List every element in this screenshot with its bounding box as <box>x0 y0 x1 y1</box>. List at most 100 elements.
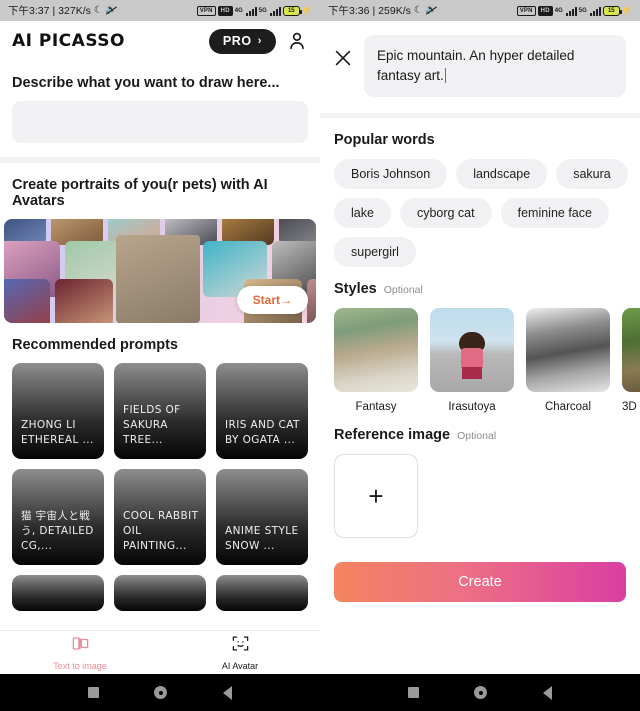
avatar-tile <box>307 279 316 323</box>
right-phone-pane: 下午3:36 | 259K/s ☾ VPN HD 4G 5G 15 ⚡ <box>320 0 640 711</box>
signal-bars-icon-1 <box>565 6 577 16</box>
reference-image-title: Reference image <box>334 427 451 443</box>
left-status-bar: 下午3:37 | 327K/s ☾ VPN HD 4G 5G 15 ⚡ <box>0 0 320 21</box>
3d-forest-thumb <box>622 308 640 392</box>
recommended-prompt-card[interactable]: COOL RABBIT OIL PAINTING... <box>114 469 206 565</box>
prompt-text-value: Epic mountain. An hyper detailed fantasy… <box>377 48 575 83</box>
status-network-speed: 327K/s <box>58 4 91 17</box>
pro-label: PRO <box>222 34 252 48</box>
status-time: 下午3:36 <box>328 5 370 17</box>
popular-words-chip-list: Boris Johnson landscape sakura lake cybo… <box>320 159 640 267</box>
describe-section-title: Describe what you want to draw here... <box>12 75 280 91</box>
reference-image-heading: Reference image Optional <box>320 413 640 454</box>
tab-label: Text to image <box>53 661 107 671</box>
recommended-prompts-grid: ZHONG LI ETHEREAL ... FIELDS OF SAKURA T… <box>0 363 320 611</box>
network-4g-label: 4G <box>234 7 243 14</box>
styles-title: Styles <box>334 281 377 297</box>
style-option[interactable]: 3D <box>622 308 640 413</box>
recommended-prompt-card-partial[interactable] <box>216 575 308 611</box>
status-right-group: VPN HD 4G 5G 15 ⚡ <box>516 5 632 16</box>
avatar-tile <box>55 279 113 323</box>
popular-word-chip[interactable]: lake <box>334 198 391 228</box>
popular-words-title: Popular words <box>334 132 435 148</box>
circle-icon[interactable] <box>154 686 168 699</box>
recommended-prompt-card[interactable]: IRIS AND CAT BY OGATA ... <box>216 363 308 459</box>
moon-icon: ☾ <box>413 5 423 16</box>
status-separator: | <box>52 4 56 17</box>
style-label: Charcoal <box>544 401 592 413</box>
avatar-start-button[interactable]: Start→ <box>236 286 308 314</box>
back-triangle-icon[interactable] <box>543 685 553 700</box>
tab-label: AI Avatar <box>221 661 259 671</box>
featured-portrait-image <box>116 235 200 323</box>
popular-word-chip[interactable]: Boris Johnson <box>334 159 448 189</box>
popular-word-chip[interactable]: sakura <box>556 159 628 189</box>
recommended-prompt-label: ANIME STYLE SNOW ... <box>225 525 299 552</box>
charging-bolt-icon: ⚡ <box>300 5 312 15</box>
recommended-prompt-card[interactable]: FIELDS OF SAKURA TREE... <box>114 363 206 459</box>
popular-word-chip[interactable]: feminine face <box>500 198 609 228</box>
styles-optional-label: Optional <box>383 284 423 296</box>
square-icon[interactable] <box>407 687 419 698</box>
popular-word-chip[interactable]: landscape <box>456 159 548 189</box>
tab-ai-avatar[interactable]: AI Avatar <box>160 631 320 674</box>
square-icon[interactable] <box>87 687 99 698</box>
recommended-prompt-card[interactable]: ZHONG LI ETHEREAL ... <box>12 363 104 459</box>
recommended-prompt-label: ZHONG LI ETHEREAL ... <box>21 419 94 446</box>
pro-upgrade-button[interactable]: PRO › <box>208 28 276 54</box>
vpn-badge-icon: VPN <box>516 5 536 16</box>
prompt-input-left[interactable] <box>12 101 308 143</box>
status-left-group: 下午3:37 | 327K/s ☾ <box>8 3 117 18</box>
recommended-prompt-card[interactable]: ANIME STYLE SNOW ... <box>216 469 308 565</box>
style-option[interactable]: Irasutoya <box>430 308 514 413</box>
chevron-right-icon: › <box>257 35 262 47</box>
prompt-textarea[interactable]: Epic mountain. An hyper detailed fantasy… <box>364 35 626 97</box>
right-status-bar: 下午3:36 | 259K/s ☾ VPN HD 4G 5G 15 ⚡ <box>320 0 640 21</box>
create-button[interactable]: Create <box>334 562 626 602</box>
android-nav-bar-right <box>320 674 640 711</box>
popular-word-chip[interactable]: supergirl <box>334 237 416 267</box>
reference-optional-label: Optional <box>457 430 497 442</box>
hd-badge-icon: HD <box>217 5 233 16</box>
style-option[interactable]: Charcoal <box>526 308 610 413</box>
text-cursor <box>444 68 447 83</box>
style-option[interactable]: Fantasy <box>334 308 418 413</box>
tab-text-to-image[interactable]: Text to image <box>0 631 160 674</box>
irasutoya-girl-thumb <box>430 308 514 392</box>
close-icon[interactable] <box>332 47 354 69</box>
recommended-prompts-title: Recommended prompts <box>12 337 178 353</box>
recommended-prompt-label: COOL RABBIT OIL PAINTING... <box>123 510 199 552</box>
recommended-prompt-card-partial[interactable] <box>114 575 206 611</box>
plus-icon: + <box>368 481 384 511</box>
status-left-group: 下午3:36 | 259K/s ☾ <box>328 3 437 18</box>
status-time: 下午3:37 <box>8 5 50 17</box>
network-4g-label: 4G <box>554 7 563 14</box>
network-5g-label: 5G <box>258 7 267 14</box>
add-reference-image-button[interactable]: + <box>334 454 418 538</box>
app-logo-text: AI PICASSO <box>12 31 125 51</box>
ai-avatar-promo-banner[interactable]: Start→ <box>4 219 316 323</box>
battery-icon: 15 <box>282 5 302 16</box>
hd-badge-icon: HD <box>537 5 553 16</box>
text-to-image-icon <box>71 634 90 658</box>
left-phone-pane: 下午3:37 | 327K/s ☾ VPN HD 4G 5G 15 ⚡ AI P… <box>0 0 320 711</box>
avatar-tile <box>4 279 50 323</box>
signal-bars-icon-2 <box>589 6 601 16</box>
back-triangle-icon[interactable] <box>223 685 233 700</box>
person-icon[interactable] <box>286 30 308 52</box>
status-right-group: VPN HD 4G 5G 15 ⚡ <box>196 5 312 16</box>
recommended-prompt-card-partial[interactable] <box>12 575 104 611</box>
recommended-prompt-label: FIELDS OF SAKURA TREE... <box>123 404 181 446</box>
styles-carousel[interactable]: Fantasy Irasutoya Charcoal 3D <box>320 308 640 413</box>
bottom-tab-bar: Text to image AI Avatar <box>0 630 320 674</box>
signal-bars-icon-2 <box>269 6 281 16</box>
status-separator: | <box>372 4 376 17</box>
avatar-banner-title: Create portraits of you(r pets) with AI … <box>12 177 268 209</box>
app-header: AI PICASSO PRO › <box>0 21 320 61</box>
fantasy-cottage-thumb <box>334 308 418 392</box>
popular-word-chip[interactable]: cyborg cat <box>399 198 492 228</box>
battery-icon: 15 <box>602 5 622 16</box>
recommended-prompt-card[interactable]: 猫 宇宙人と戦う, DETAILED CG,... <box>12 469 104 565</box>
dual-pane-screenshot: 下午3:37 | 327K/s ☾ VPN HD 4G 5G 15 ⚡ AI P… <box>0 0 640 711</box>
circle-icon[interactable] <box>474 686 488 699</box>
